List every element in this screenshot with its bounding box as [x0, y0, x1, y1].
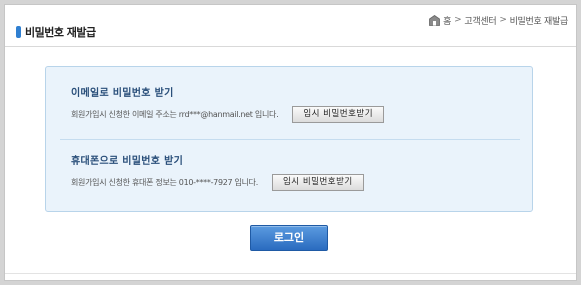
- section-divider: [60, 139, 520, 140]
- breadcrumb-separator: >: [499, 15, 507, 25]
- title-marker-icon: [16, 26, 21, 38]
- breadcrumb-customer-center[interactable]: 고객센터: [464, 14, 496, 27]
- email-temp-password-button[interactable]: 임시 비밀번호받기: [292, 105, 385, 123]
- password-reissue-box: 이메일로 비밀번호 받기 회원가입시 신청한 이메일 주소는 rrd***@ha…: [45, 66, 533, 212]
- phone-temp-password-button[interactable]: 임시 비밀번호받기: [271, 173, 364, 191]
- email-section: 이메일로 비밀번호 받기 회원가입시 신청한 이메일 주소는 rrd***@ha…: [71, 87, 511, 123]
- breadcrumb-current: 비밀번호 재발급: [509, 16, 569, 27]
- email-description: 회원가입시 신청한 이메일 주소는 rrd***@hanmail.net 입니다…: [71, 109, 279, 119]
- breadcrumb-home[interactable]: 홈: [443, 14, 451, 27]
- email-section-row: 회원가입시 신청한 이메일 주소는 rrd***@hanmail.net 입니다…: [71, 105, 511, 123]
- phone-description: 회원가입시 신청한 휴대폰 정보는 010-****-7927 입니다.: [71, 177, 258, 187]
- phone-section-title: 휴대폰으로 비밀번호 받기: [71, 156, 184, 167]
- page-title: 비밀번호 재발급: [25, 26, 96, 39]
- content-frame: 비밀번호 재발급 홈 > 고객센터 > 비밀번호 재발급 이메일로 비밀번호 받…: [4, 4, 577, 281]
- home-icon[interactable]: [429, 14, 441, 26]
- bottom-divider: [5, 273, 576, 274]
- phone-section-row: 회원가입시 신청한 휴대폰 정보는 010-****-7927 입니다. 임시 …: [71, 173, 511, 191]
- breadcrumb-separator: >: [454, 15, 462, 25]
- phone-section: 휴대폰으로 비밀번호 받기 회원가입시 신청한 휴대폰 정보는 010-****…: [71, 155, 511, 191]
- login-button[interactable]: 로그인: [250, 225, 328, 251]
- email-section-title: 이메일로 비밀번호 받기: [71, 88, 174, 99]
- breadcrumb: 홈 > 고객센터 > 비밀번호 재발급: [429, 13, 568, 27]
- page-header: 비밀번호 재발급 홈 > 고객센터 > 비밀번호 재발급: [5, 5, 576, 47]
- title-area: 비밀번호 재발급: [16, 25, 96, 39]
